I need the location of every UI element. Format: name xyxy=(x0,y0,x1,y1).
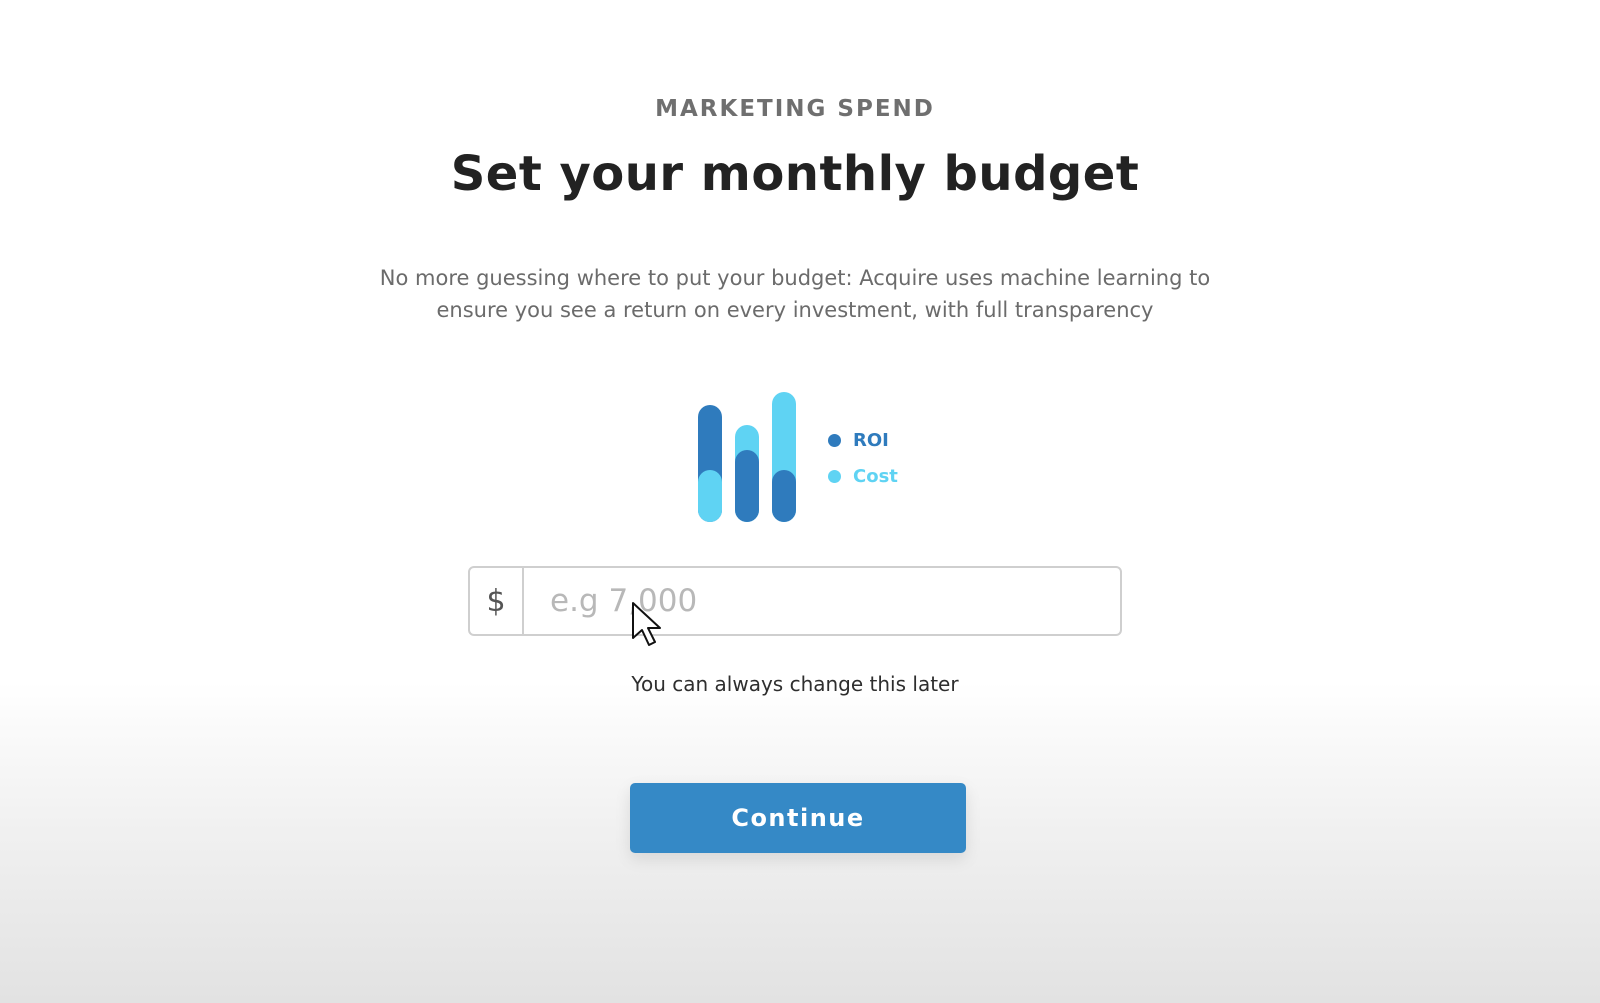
cost-legend-dot-icon xyxy=(828,470,841,483)
bar-2-roi xyxy=(735,450,759,522)
budget-amount-input[interactable] xyxy=(524,568,1120,634)
change-later-hint: You can always change this later xyxy=(631,672,959,696)
legend-item-roi: ROI xyxy=(828,430,889,451)
bar-1-cost xyxy=(698,470,722,522)
currency-addon: $ xyxy=(470,568,524,634)
page-description: No more guessing where to put your budge… xyxy=(379,266,1211,322)
legend-label-roi: ROI xyxy=(853,430,889,451)
roi-legend-dot-icon xyxy=(828,434,841,447)
roi-cost-illustration: ROI Cost xyxy=(692,388,942,528)
continue-button[interactable]: Continue xyxy=(630,783,966,853)
bar-3-roi xyxy=(772,470,796,522)
legend-label-cost: Cost xyxy=(853,466,898,487)
section-eyebrow: MARKETING SPEND xyxy=(655,96,935,122)
page-title: Set your monthly budget xyxy=(450,146,1140,202)
budget-input-group: $ xyxy=(468,566,1122,636)
bar-graphic xyxy=(698,392,796,522)
legend-item-cost: Cost xyxy=(828,466,898,487)
